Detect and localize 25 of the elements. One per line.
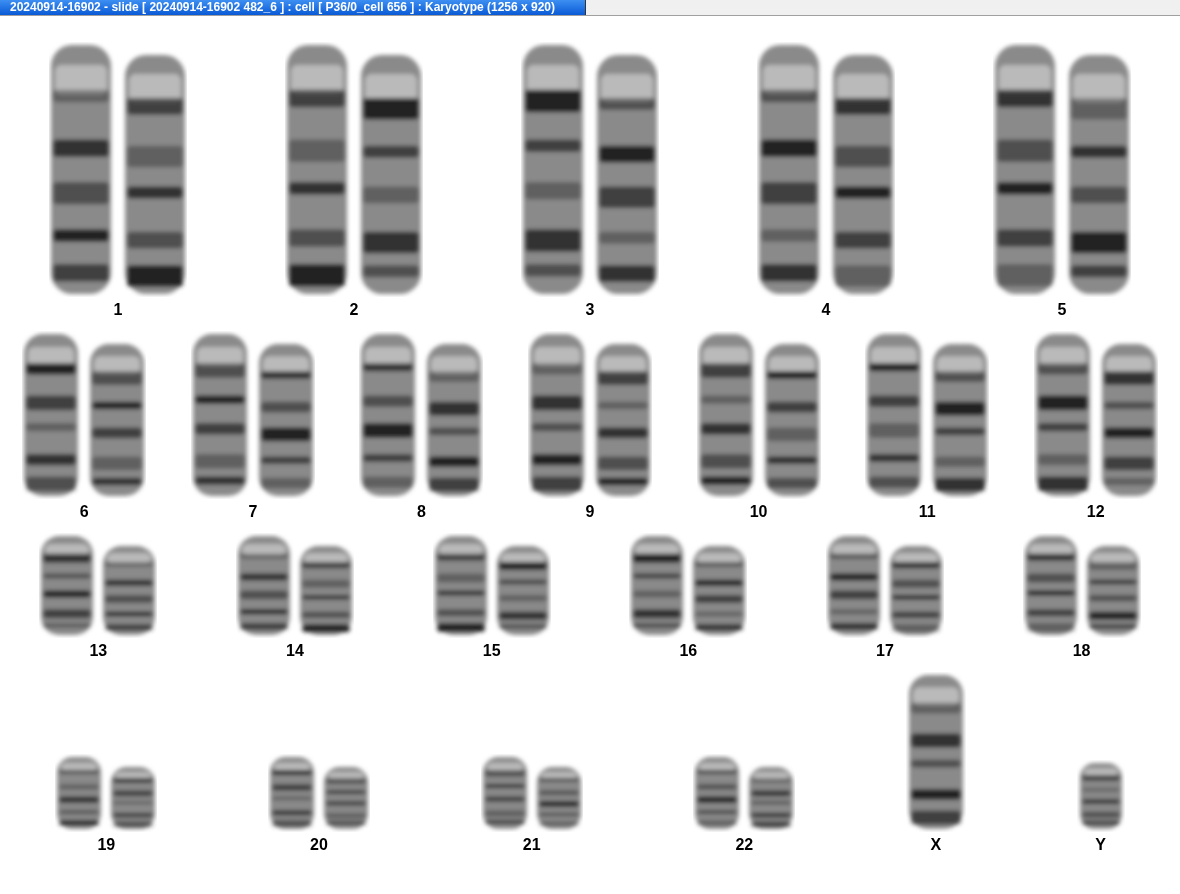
chromosome-label: 8 xyxy=(416,503,426,521)
chromosome-label: X xyxy=(930,836,942,854)
chromosome-label: 20 xyxy=(310,836,328,854)
chromosome-label: 7 xyxy=(248,503,258,521)
chromosome-label: 17 xyxy=(876,642,894,660)
chromosome-label: 6 xyxy=(79,503,89,521)
chromosome-label: 10 xyxy=(749,503,768,521)
chromosome-label: 4 xyxy=(821,301,831,319)
window-title: 20240914-16902 - slide [ 20240914-16902 482_6 ] : cell [ P36/0_cell 656 ] : Karyotype (1256 x 920) xyxy=(0,0,586,15)
chromosome-label: 13 xyxy=(89,642,108,660)
chromosome-label: 2 xyxy=(349,301,359,319)
chromosome-label: 12 xyxy=(1086,503,1105,521)
chromosome-label: 21 xyxy=(522,836,541,854)
chromosome-label: 11 xyxy=(918,503,936,521)
chromosome-label: 19 xyxy=(97,836,116,854)
chromosome-label: 18 xyxy=(1072,642,1091,660)
chromosome-label: 9 xyxy=(585,503,595,521)
chromosome-label: 14 xyxy=(286,642,304,660)
chromosome-label: 15 xyxy=(482,642,501,660)
chromosome-label: 16 xyxy=(679,642,698,660)
chromosome-label: 1 xyxy=(113,301,123,319)
chromosome-label: 5 xyxy=(1057,301,1067,319)
chromosome-label: Y xyxy=(1095,836,1106,854)
chromosome-label: 22 xyxy=(735,836,754,854)
chromosome-label: 3 xyxy=(585,301,595,319)
